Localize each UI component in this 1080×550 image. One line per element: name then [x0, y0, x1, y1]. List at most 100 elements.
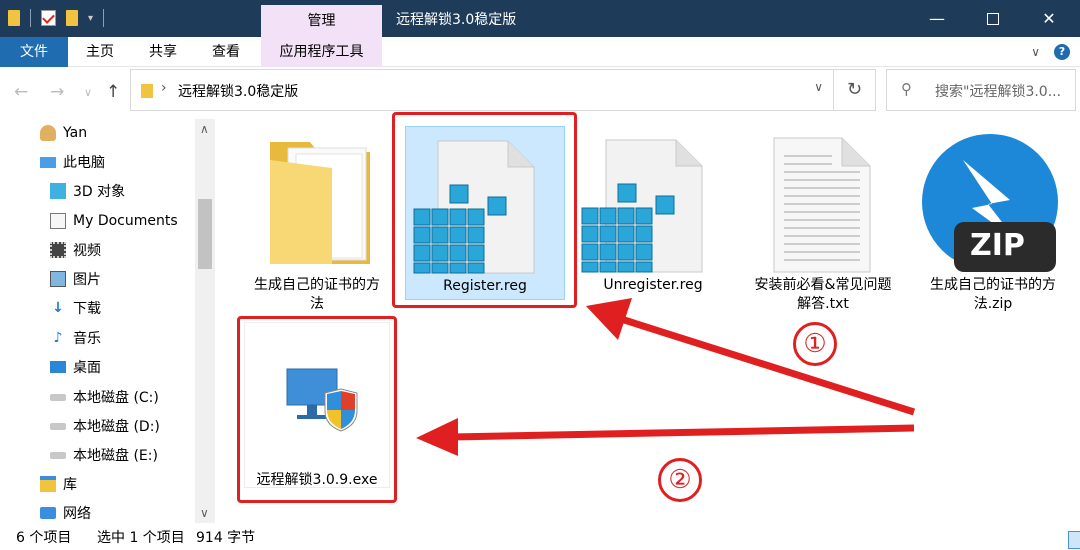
- scroll-up-icon[interactable]: ∧: [200, 122, 209, 136]
- sidebar-item-label: 下载: [73, 301, 101, 317]
- user-icon: [40, 125, 56, 141]
- sidebar-item-videos[interactable]: 视频: [50, 237, 101, 263]
- minimize-button[interactable]: —: [906, 0, 968, 37]
- step-number-1: ①: [793, 322, 837, 366]
- drive-icon: [50, 422, 66, 430]
- recent-locations-icon[interactable]: ∨: [84, 86, 92, 99]
- drive-icon: [50, 451, 66, 459]
- cube-icon: [50, 183, 66, 199]
- sidebar-item-pictures[interactable]: 图片: [50, 266, 101, 292]
- sidebar-item-label: 图片: [73, 272, 101, 288]
- drive-icon: [50, 393, 66, 401]
- navigation-pane: Yan 此电脑 3D 对象 My Documents 视频 图片 ↓ 下载 ♪ …: [0, 119, 215, 523]
- library-icon: [40, 476, 56, 492]
- ribbon-controls: ∨ ?: [1031, 44, 1070, 60]
- search-icon: ⚲: [901, 80, 912, 98]
- file-name-line2: 法: [310, 296, 324, 312]
- zip-badge-text: ZIP: [970, 228, 1025, 263]
- registry-icon: [581, 139, 703, 273]
- sidebar-item-desktop[interactable]: 桌面: [50, 354, 101, 380]
- download-icon: ↓: [52, 300, 64, 316]
- file-item-folder[interactable]: 生成自己的证书的方 法: [236, 124, 398, 314]
- tab-manage[interactable]: 管理: [261, 5, 382, 37]
- file-item-unregister-reg[interactable]: Unregister.reg: [572, 126, 734, 300]
- sidebar-item-yan[interactable]: Yan: [40, 120, 87, 146]
- divider: [103, 9, 105, 27]
- highlight-box-register: [392, 112, 577, 308]
- chevron-down-icon[interactable]: ∨: [814, 80, 823, 94]
- sidebar-item-drive-c[interactable]: 本地磁盘 (C:): [50, 384, 159, 410]
- file-item-readme-txt[interactable]: 安装前必看&常见问题 解答.txt: [742, 126, 904, 316]
- arrowhead-step2: [416, 418, 458, 456]
- search-input[interactable]: 搜索"远程解锁3.0...: [935, 81, 1070, 101]
- large-icons-view-icon[interactable]: [1068, 531, 1080, 549]
- sidebar-item-drive-d[interactable]: 本地磁盘 (D:): [50, 413, 160, 439]
- search-box[interactable]: ⚲ 搜索"远程解锁3.0...: [886, 69, 1076, 111]
- file-name-line2: 法.zip: [973, 296, 1013, 312]
- sidebar-item-label: 3D 对象: [73, 184, 126, 200]
- sidebar-scrollbar[interactable]: ∧ ∨: [195, 119, 215, 523]
- close-button[interactable]: ✕: [1018, 0, 1080, 37]
- sidebar-item-label: 库: [63, 477, 77, 493]
- text-file-icon: [773, 137, 871, 273]
- tab-file[interactable]: 文件: [0, 37, 68, 67]
- highlight-box-exe: [237, 316, 397, 503]
- ribbon-tabs: 文件 主页 共享 查看 应用程序工具 ∨ ?: [0, 37, 1080, 67]
- maximize-button[interactable]: [962, 0, 1024, 37]
- close-icon: ✕: [1042, 9, 1056, 28]
- customize-toolbar-icon[interactable]: ▾: [88, 13, 93, 24]
- address-path[interactable]: 远程解锁3.0稳定版: [178, 81, 298, 101]
- sidebar-item-this-pc[interactable]: 此电脑: [40, 149, 105, 175]
- tab-home[interactable]: 主页: [80, 37, 120, 67]
- minimize-icon: —: [929, 9, 945, 28]
- tab-application-tools[interactable]: 应用程序工具: [261, 37, 382, 67]
- maximize-icon: [987, 12, 999, 25]
- selection-size: 914 字节: [196, 530, 256, 546]
- forward-icon[interactable]: →: [50, 82, 64, 102]
- folder-icon[interactable]: [8, 10, 20, 26]
- new-folder-icon[interactable]: [66, 10, 78, 26]
- help-icon[interactable]: ?: [1054, 44, 1070, 60]
- tab-share[interactable]: 共享: [143, 37, 183, 67]
- item-count: 6 个项目: [16, 530, 72, 546]
- sidebar-item-label: 本地磁盘 (E:): [73, 448, 158, 464]
- sidebar-item-downloads[interactable]: ↓ 下载: [50, 295, 101, 321]
- sidebar-item-label: 视频: [73, 243, 101, 259]
- scroll-down-icon[interactable]: ∨: [200, 506, 209, 520]
- quick-access-toolbar: ▾: [8, 9, 105, 27]
- properties-icon[interactable]: [41, 10, 56, 26]
- document-icon: [50, 213, 66, 229]
- music-icon: ♪: [53, 330, 63, 346]
- video-icon: [50, 242, 66, 258]
- expand-ribbon-icon[interactable]: ∨: [1031, 45, 1040, 59]
- sidebar-item-3d-objects[interactable]: 3D 对象: [50, 178, 125, 204]
- sidebar-item-libraries[interactable]: 库: [40, 471, 77, 497]
- sidebar-item-music[interactable]: ♪ 音乐: [50, 325, 101, 351]
- refresh-icon: ↻: [846, 79, 863, 100]
- sidebar-item-label: 此电脑: [63, 155, 105, 171]
- sidebar-item-label: 本地磁盘 (D:): [73, 419, 160, 435]
- sidebar-item-drive-e[interactable]: 本地磁盘 (E:): [50, 442, 158, 468]
- chevron-right-icon[interactable]: ›: [161, 80, 167, 96]
- sidebar-item-label: 音乐: [73, 331, 101, 347]
- refresh-button[interactable]: ↻: [834, 69, 876, 111]
- tab-view[interactable]: 查看: [206, 37, 246, 67]
- file-item-zip[interactable]: ZIP 生成自己的证书的方 法.zip: [912, 126, 1074, 316]
- folder-icon: [270, 142, 370, 264]
- sidebar-item-label: Yan: [63, 125, 88, 141]
- sidebar-item-label: 网络: [63, 506, 91, 522]
- arrow-step2: [451, 424, 915, 441]
- sidebar-item-my-documents[interactable]: My Documents: [50, 208, 178, 234]
- selection-count: 选中 1 个项目: [97, 530, 185, 546]
- sidebar-item-label: 桌面: [73, 360, 101, 376]
- divider: [30, 9, 31, 27]
- up-icon[interactable]: ↑: [106, 82, 120, 102]
- window-title: 远程解锁3.0稳定版: [396, 12, 517, 28]
- file-name: 生成自己的证书的方: [930, 277, 1056, 293]
- scrollbar-thumb[interactable]: [198, 199, 212, 269]
- file-name: 生成自己的证书的方: [254, 277, 380, 293]
- back-icon[interactable]: ←: [14, 82, 28, 102]
- folder-icon: [141, 84, 153, 98]
- title-bar: ▾ 管理 远程解锁3.0稳定版 — ✕: [0, 0, 1080, 37]
- address-bar[interactable]: › 远程解锁3.0稳定版 ∨: [130, 69, 834, 111]
